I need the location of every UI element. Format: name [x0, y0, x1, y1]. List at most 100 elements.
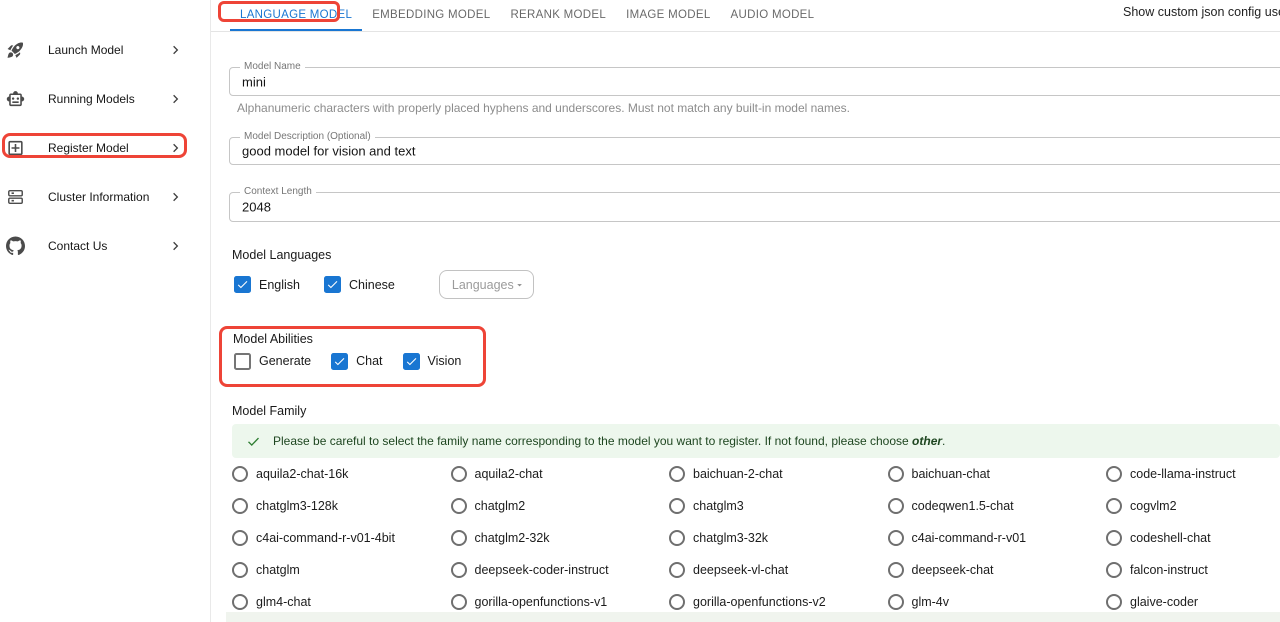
radio-circle[interactable]: [232, 498, 248, 514]
radio-circle[interactable]: [669, 562, 685, 578]
tab-image-model[interactable]: IMAGE MODEL: [616, 0, 720, 31]
radio-circle[interactable]: [451, 594, 467, 610]
model-family-notice: Please be careful to select the family n…: [232, 424, 1280, 458]
radio-circle[interactable]: [669, 530, 685, 546]
radio-label: chatglm2: [475, 499, 526, 513]
radio-label: chatglm3: [693, 499, 744, 513]
model-name-helper-text: Alphanumeric characters with properly pl…: [237, 101, 850, 115]
tab-rerank-model[interactable]: RERANK MODEL: [500, 0, 616, 31]
checkbox-box[interactable]: [403, 353, 420, 370]
sidebar-item-label: Running Models: [48, 92, 135, 106]
radio-family-falcon-instruct[interactable]: falcon-instruct: [1106, 562, 1280, 578]
sidebar-item-contact-us[interactable]: Contact Us: [0, 229, 210, 263]
radio-family-chatglm3-32k[interactable]: chatglm3-32k: [669, 530, 888, 546]
radio-circle[interactable]: [669, 594, 685, 610]
radio-circle[interactable]: [1106, 498, 1122, 514]
radio-circle[interactable]: [1106, 562, 1122, 578]
radio-family-chatglm2[interactable]: chatglm2: [451, 498, 670, 514]
tab-language-model[interactable]: LANGUAGE MODEL: [230, 0, 362, 31]
radio-circle[interactable]: [888, 594, 904, 610]
radio-family-gorilla-openfunctions-v2[interactable]: gorilla-openfunctions-v2: [669, 594, 888, 610]
rocket-icon: [6, 41, 25, 60]
radio-family-chatglm3-128k[interactable]: chatglm3-128k: [232, 498, 451, 514]
checkbox-box[interactable]: [324, 276, 341, 293]
sidebar-item-launch-model[interactable]: Launch Model: [0, 33, 210, 67]
languages-select-value: Languages: [452, 278, 514, 292]
radio-circle[interactable]: [1106, 530, 1122, 546]
checkbox-generate[interactable]: Generate: [234, 353, 311, 370]
tab-embedding-model[interactable]: EMBEDDING MODEL: [362, 0, 500, 31]
sidebar-item-running-models[interactable]: Running Models: [0, 82, 210, 116]
radio-family-glm4-chat[interactable]: glm4-chat: [232, 594, 451, 610]
model-languages-row: English Chinese Languages: [234, 270, 534, 299]
radio-family-c4ai-command-r-v01-4bit[interactable]: c4ai-command-r-v01-4bit: [232, 530, 451, 546]
radio-label: cogvlm2: [1130, 499, 1177, 513]
robot-icon: [6, 90, 25, 109]
radio-family-deepseek-coder-instruct[interactable]: deepseek-coder-instruct: [451, 562, 670, 578]
sidebar-item-label: Register Model: [48, 141, 129, 155]
sidebar-item-label: Contact Us: [48, 239, 107, 253]
radio-circle[interactable]: [232, 466, 248, 482]
radio-label: falcon-instruct: [1130, 563, 1208, 577]
sidebar-item-cluster-information[interactable]: Cluster Information: [0, 180, 210, 214]
checkbox-label: Chinese: [349, 278, 395, 292]
tab-bar: LANGUAGE MODEL EMBEDDING MODEL RERANK MO…: [230, 0, 824, 31]
checkbox-chinese[interactable]: Chinese: [324, 276, 395, 293]
show-config-link[interactable]: Show custom json config used b: [1123, 5, 1280, 19]
radio-circle[interactable]: [451, 530, 467, 546]
radio-circle[interactable]: [232, 562, 248, 578]
radio-label: chatglm2-32k: [475, 531, 550, 545]
radio-family-glaive-coder[interactable]: glaive-coder: [1106, 594, 1280, 610]
radio-family-code-llama-instruct[interactable]: code-llama-instruct: [1106, 466, 1280, 482]
radio-family-chatglm2-32k[interactable]: chatglm2-32k: [451, 530, 670, 546]
radio-family-baichuan-2-chat[interactable]: baichuan-2-chat: [669, 466, 888, 482]
radio-circle[interactable]: [451, 562, 467, 578]
radio-circle[interactable]: [1106, 466, 1122, 482]
context-length-field[interactable]: Context Length 2048: [229, 192, 1280, 222]
radio-circle[interactable]: [1106, 594, 1122, 610]
radio-family-cogvlm2[interactable]: cogvlm2: [1106, 498, 1280, 514]
radio-family-chatglm3[interactable]: chatglm3: [669, 498, 888, 514]
radio-family-deepseek-vl-chat[interactable]: deepseek-vl-chat: [669, 562, 888, 578]
radio-circle[interactable]: [669, 466, 685, 482]
radio-family-aquila2-chat[interactable]: aquila2-chat: [451, 466, 670, 482]
radio-family-chatglm[interactable]: chatglm: [232, 562, 451, 578]
radio-circle[interactable]: [888, 530, 904, 546]
radio-family-baichuan-chat[interactable]: baichuan-chat: [888, 466, 1107, 482]
model-description-field[interactable]: Model Description (Optional) good model …: [229, 137, 1280, 165]
radio-label: glaive-coder: [1130, 595, 1198, 609]
radio-family-gorilla-openfunctions-v1[interactable]: gorilla-openfunctions-v1: [451, 594, 670, 610]
radio-circle[interactable]: [669, 498, 685, 514]
checkbox-box[interactable]: [234, 353, 251, 370]
radio-circle[interactable]: [451, 466, 467, 482]
languages-select[interactable]: Languages: [439, 270, 534, 299]
radio-circle[interactable]: [232, 530, 248, 546]
radio-circle[interactable]: [232, 594, 248, 610]
chevron-right-icon: [168, 43, 183, 58]
radio-family-glm-4v[interactable]: glm-4v: [888, 594, 1107, 610]
add-box-icon: [6, 139, 25, 158]
radio-circle[interactable]: [888, 562, 904, 578]
radio-family-codeqwen1.5-chat[interactable]: codeqwen1.5-chat: [888, 498, 1107, 514]
radio-family-c4ai-command-r-v01[interactable]: c4ai-command-r-v01: [888, 530, 1107, 546]
tab-audio-model[interactable]: AUDIO MODEL: [721, 0, 825, 31]
radio-circle[interactable]: [888, 498, 904, 514]
radio-circle[interactable]: [451, 498, 467, 514]
radio-family-aquila2-chat-16k[interactable]: aquila2-chat-16k: [232, 466, 451, 482]
checkbox-box[interactable]: [331, 353, 348, 370]
checkbox-vision[interactable]: Vision: [403, 353, 462, 370]
radio-circle[interactable]: [888, 466, 904, 482]
sidebar-item-register-model[interactable]: Register Model: [0, 131, 210, 165]
check-icon: [333, 355, 346, 368]
radio-family-codeshell-chat[interactable]: codeshell-chat: [1106, 530, 1280, 546]
checkbox-english[interactable]: English: [234, 276, 300, 293]
cluster-icon: [6, 188, 25, 207]
checkbox-box[interactable]: [234, 276, 251, 293]
model-name-field[interactable]: Model Name mini: [229, 67, 1280, 96]
chevron-right-icon: [168, 92, 183, 107]
radio-family-deepseek-chat[interactable]: deepseek-chat: [888, 562, 1107, 578]
radio-label: glm4-chat: [256, 595, 311, 609]
radio-label: chatglm: [256, 563, 300, 577]
model-abilities-section-label: Model Abilities: [233, 332, 313, 346]
checkbox-chat[interactable]: Chat: [331, 353, 382, 370]
